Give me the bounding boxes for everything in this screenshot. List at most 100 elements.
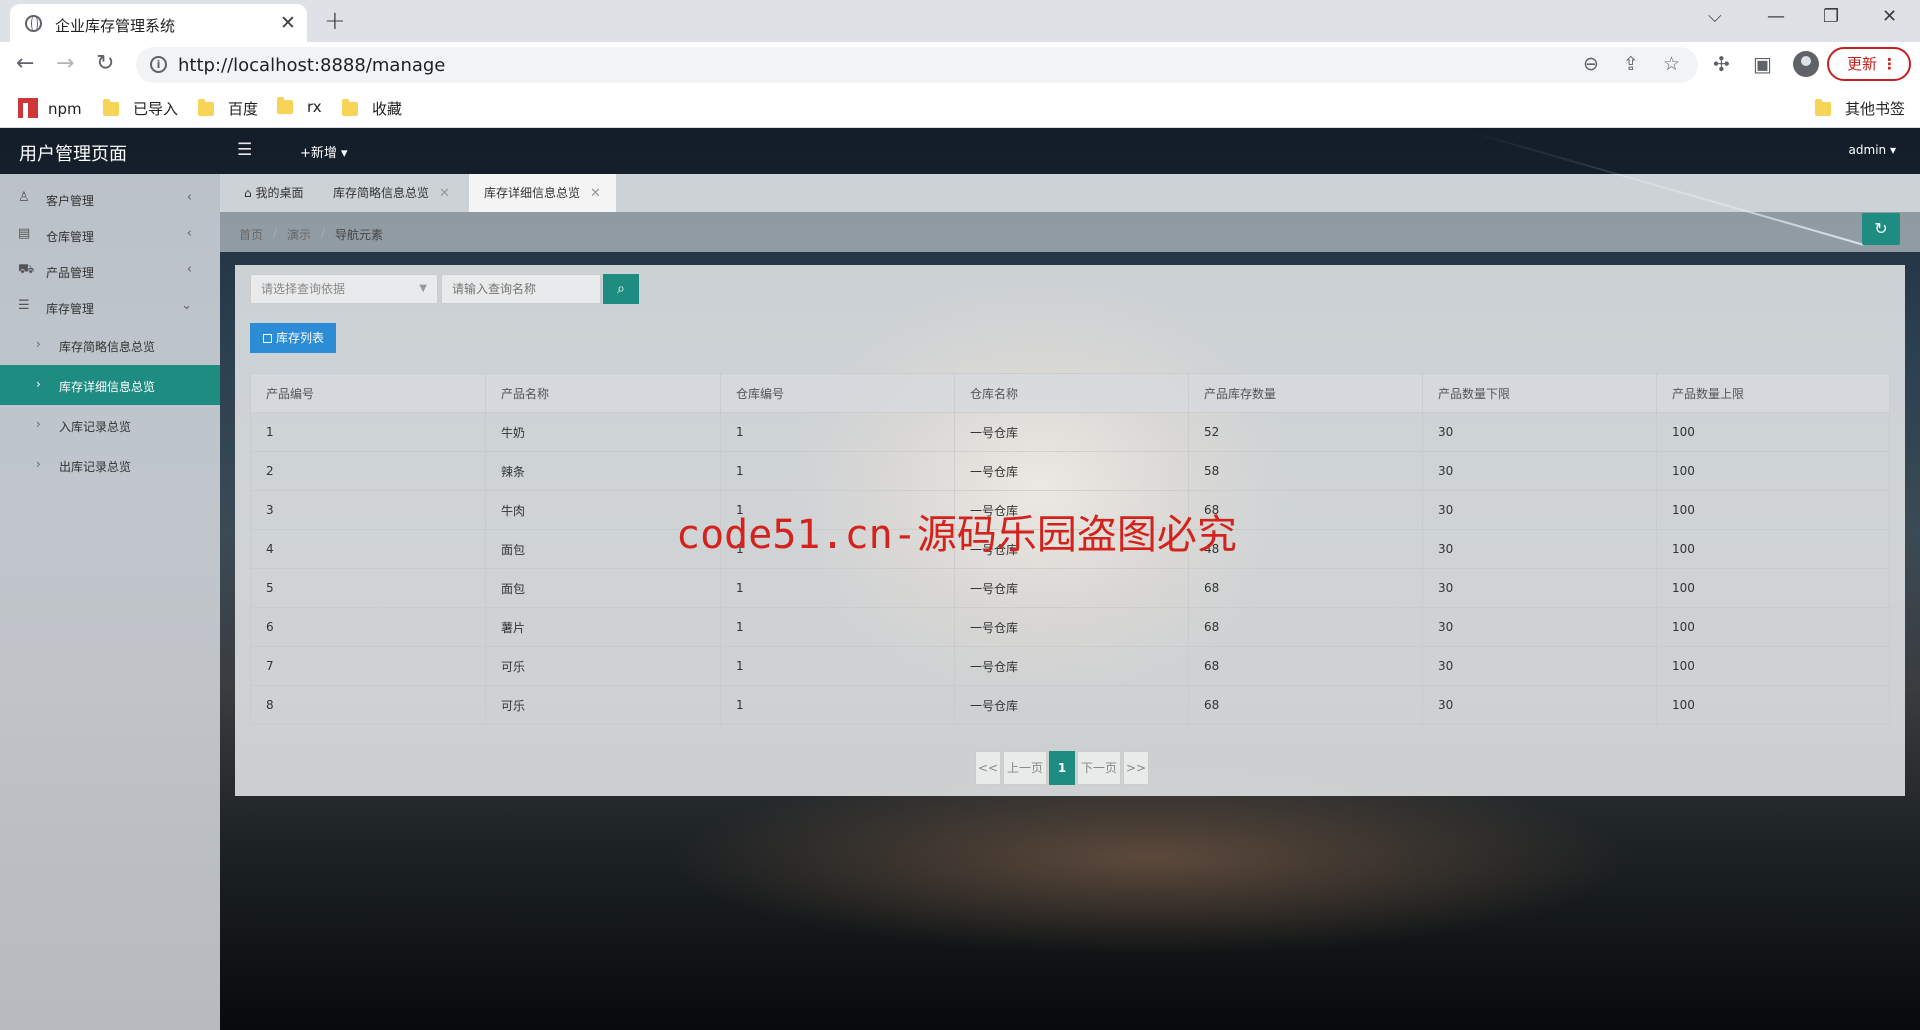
select-placeholder: 请选择查询依据 bbox=[261, 282, 346, 296]
url-text[interactable]: http://localhost:8888/manage bbox=[178, 55, 445, 76]
breadcrumb-separator: / bbox=[273, 226, 278, 240]
breadcrumb-home[interactable]: 首页 bbox=[239, 226, 263, 243]
caret-down-icon: ▾ bbox=[1889, 143, 1896, 157]
extensions-icon[interactable]: ✣ bbox=[1713, 52, 1730, 76]
bookmark-rx[interactable]: rx bbox=[277, 97, 322, 116]
star-icon[interactable]: ☆ bbox=[1663, 53, 1680, 75]
folder-icon bbox=[103, 99, 119, 116]
home-icon: ⌂ bbox=[244, 186, 252, 200]
inventory-list-button[interactable]: 库存列表 bbox=[250, 323, 336, 353]
breadcrumb-demo[interactable]: 演示 bbox=[287, 226, 311, 243]
table-cell: 30 bbox=[1422, 685, 1657, 725]
table-cell: 100 bbox=[1656, 685, 1890, 725]
search-button[interactable]: ⌕ bbox=[603, 274, 639, 304]
close-icon[interactable]: ✕ bbox=[590, 186, 601, 201]
chevron-left-icon: ‹ bbox=[186, 226, 192, 241]
query-type-select[interactable]: 请选择查询依据 ▼ bbox=[250, 274, 438, 304]
update-button[interactable]: 更新 ⋮ bbox=[1827, 47, 1911, 81]
add-new-menu[interactable]: +新增 ▾ bbox=[300, 142, 348, 161]
chevron-left-icon: ‹ bbox=[186, 262, 192, 277]
table-cell: 辣条 bbox=[485, 451, 721, 491]
user-menu[interactable]: admin ▾ bbox=[1849, 143, 1896, 157]
menu-toggle-icon[interactable]: ☰ bbox=[237, 140, 252, 160]
site-info-icon[interactable]: i bbox=[150, 56, 167, 73]
sidebar-subitem-inventory-summary[interactable]: › 库存简略信息总览 bbox=[0, 325, 220, 365]
table-cell: 3 bbox=[250, 490, 486, 530]
minimize-button[interactable]: — bbox=[1767, 6, 1785, 27]
bookmark-npm[interactable]: npm bbox=[18, 98, 82, 118]
browser-tab[interactable]: 企业库存管理系统 ✕ bbox=[10, 4, 307, 42]
bookmark-baidu[interactable]: 百度 bbox=[198, 98, 258, 119]
sidebar-item-customers[interactable]: ♙ 客户管理 ‹ bbox=[0, 181, 220, 217]
bookmark-favorites[interactable]: 收藏 bbox=[342, 98, 402, 119]
first-page-button[interactable]: << bbox=[975, 751, 1001, 785]
tab-label: 库存详细信息总览 bbox=[484, 186, 581, 200]
table-cell: 30 bbox=[1422, 568, 1657, 608]
sidebar-subitem-inbound-records[interactable]: › 入库记录总览 bbox=[0, 405, 220, 445]
current-page[interactable]: 1 bbox=[1049, 751, 1075, 785]
profile-avatar[interactable] bbox=[1793, 51, 1819, 77]
tab-desktop[interactable]: ⌂ 我的桌面 bbox=[234, 174, 313, 212]
folder-icon bbox=[342, 99, 358, 116]
sidebar-item-warehouses[interactable]: ▤ 仓库管理 ‹ bbox=[0, 217, 220, 253]
table-row: 6 薯片 1 一号仓库 68 30 100 bbox=[250, 607, 1890, 647]
table-cell: 一号仓库 bbox=[954, 607, 1189, 647]
table-cell: 100 bbox=[1656, 490, 1890, 530]
sidebar-subitem-outbound-records[interactable]: › 出库记录总览 bbox=[0, 445, 220, 485]
back-icon[interactable]: ← bbox=[16, 51, 34, 76]
table-cell: 1 bbox=[250, 412, 486, 452]
refresh-button[interactable]: ↻ bbox=[1862, 213, 1900, 245]
warehouse-icon: ▤ bbox=[18, 226, 31, 241]
last-page-button[interactable]: >> bbox=[1123, 751, 1149, 785]
caret-down-icon: ▾ bbox=[341, 146, 348, 161]
bookmark-label: 其他书签 bbox=[1845, 100, 1906, 118]
side-panel-icon[interactable]: ▣ bbox=[1753, 52, 1772, 76]
close-window-button[interactable]: ✕ bbox=[1882, 6, 1897, 27]
table-cell: 68 bbox=[1188, 685, 1423, 725]
caret-down-icon: ▼ bbox=[419, 283, 427, 294]
tab-search-icon[interactable]: ⌵ bbox=[1708, 6, 1722, 27]
table-cell: 30 bbox=[1422, 412, 1657, 452]
table-header-row: 产品编号 产品名称 仓库编号 仓库名称 产品库存数量 产品数量下限 产品数量上限 bbox=[250, 373, 1890, 413]
table-cell: 1 bbox=[720, 607, 955, 647]
table-cell: 1 bbox=[720, 685, 955, 725]
zoom-icon[interactable]: ⊖ bbox=[1583, 53, 1599, 75]
share-icon[interactable]: ⇪ bbox=[1623, 53, 1639, 75]
search-icon: ⌕ bbox=[617, 281, 625, 297]
globe-icon bbox=[25, 15, 42, 32]
table-cell: 100 bbox=[1656, 451, 1890, 491]
prev-page-button[interactable]: 上一页 bbox=[1003, 751, 1047, 785]
search-input[interactable] bbox=[441, 274, 601, 304]
next-page-button[interactable]: 下一页 bbox=[1077, 751, 1121, 785]
table-row: 7 可乐 1 一号仓库 68 30 100 bbox=[250, 646, 1890, 686]
sidebar-subitem-label: 库存简略信息总览 bbox=[59, 340, 156, 354]
tab-inventory-detail[interactable]: 库存详细信息总览 ✕ bbox=[469, 174, 616, 212]
table-cell: 30 bbox=[1422, 529, 1657, 569]
sidebar-item-products[interactable]: ⛟ 产品管理 ‹ bbox=[0, 253, 220, 289]
app-root: 用户管理页面 ☰ +新增 ▾ admin ▾ ♙ 客户管理 ‹ ▤ 仓库管理 ‹… bbox=[0, 128, 1920, 1030]
tab-label: 我的桌面 bbox=[255, 186, 304, 200]
refresh-icon: ↻ bbox=[1874, 219, 1888, 238]
table-cell: 100 bbox=[1656, 412, 1890, 452]
table-row: 5 面包 1 一号仓库 68 30 100 bbox=[250, 568, 1890, 608]
table-cell: 5 bbox=[250, 568, 486, 608]
forward-icon[interactable]: → bbox=[56, 51, 74, 76]
table-cell: 一号仓库 bbox=[954, 646, 1189, 686]
restore-button[interactable]: ❐ bbox=[1823, 6, 1839, 27]
bookmark-other[interactable]: 其他书签 bbox=[1815, 98, 1905, 119]
sidebar-subitem-label: 入库记录总览 bbox=[59, 420, 132, 434]
table-cell: 68 bbox=[1188, 646, 1423, 686]
app-title: 用户管理页面 bbox=[19, 144, 127, 165]
new-tab-button[interactable]: + bbox=[324, 6, 346, 36]
folder-icon bbox=[277, 97, 293, 114]
sidebar-item-inventory[interactable]: ☰ 库存管理 ⌄ bbox=[0, 289, 220, 325]
update-label: 更新 bbox=[1847, 55, 1878, 73]
bookmark-imported[interactable]: 已导入 bbox=[103, 98, 178, 119]
sidebar-subitem-inventory-detail[interactable]: › 库存详细信息总览 bbox=[0, 365, 220, 405]
close-icon[interactable]: ✕ bbox=[439, 186, 450, 201]
close-tab-icon[interactable]: ✕ bbox=[280, 12, 296, 34]
column-header: 仓库名称 bbox=[954, 373, 1189, 413]
omnibox[interactable]: i http://localhost:8888/manage ⊖ ⇪ ☆ bbox=[136, 47, 1698, 83]
reload-icon[interactable]: ↻ bbox=[96, 51, 114, 76]
tab-inventory-summary[interactable]: 库存简略信息总览 ✕ bbox=[323, 174, 460, 212]
